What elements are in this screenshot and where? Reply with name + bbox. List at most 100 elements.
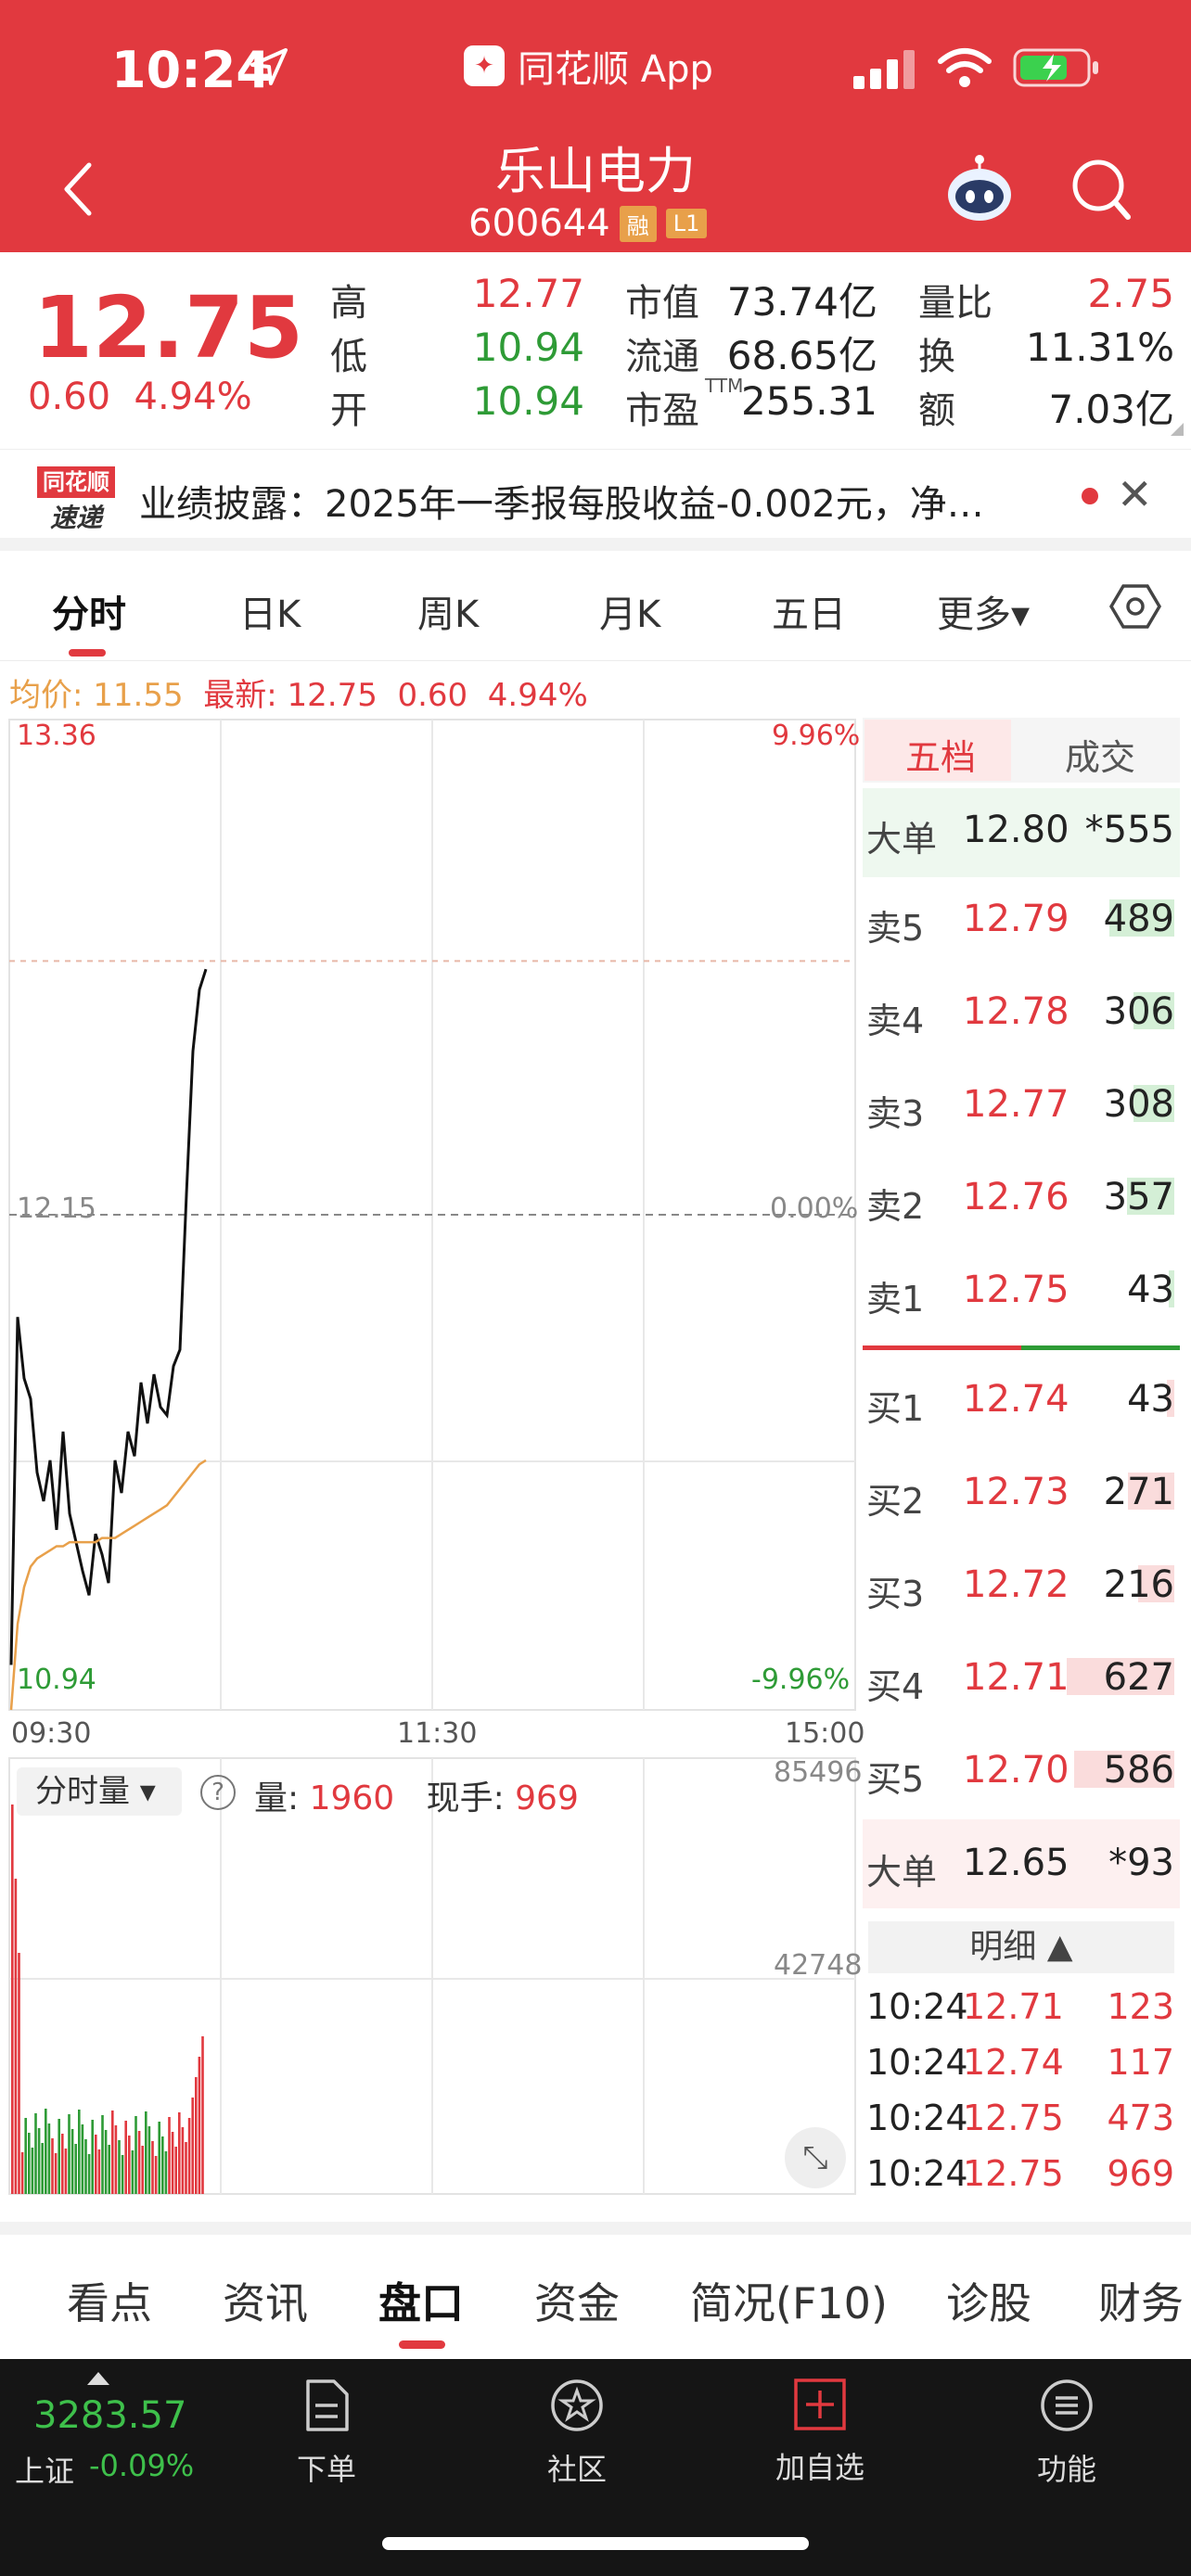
stat-value: 10.94 <box>472 325 584 370</box>
ask-price[interactable]: 12.75 <box>963 1269 1069 1311</box>
time-label-midday: 11:30 <box>397 1717 478 1750</box>
expand-corner-icon[interactable] <box>1171 423 1184 436</box>
index-name: 上证 <box>15 2454 75 2489</box>
ask-vol: 43 <box>1127 1269 1174 1311</box>
bid-price[interactable]: 12.70 <box>963 1749 1069 1792</box>
volume-bar <box>145 2111 147 2194</box>
active-tab-indicator <box>69 649 106 657</box>
triangle-up-icon <box>87 2372 109 2385</box>
tab-trades[interactable]: 成交 <box>1065 729 1135 780</box>
bottom-tab[interactable]: 盘口 <box>378 2270 464 2331</box>
volume-bar <box>185 2142 187 2194</box>
bid-vol: 271 <box>1103 1471 1174 1513</box>
bid-vol: 627 <box>1103 1656 1174 1699</box>
bid-price[interactable]: 12.73 <box>963 1471 1069 1513</box>
app-header: 10:24 ✦ 同花顺 App 乐山电力 600644 融 L1 <box>0 0 1191 252</box>
top-price-label: 13.36 <box>17 720 96 752</box>
stat-value: 2.75 <box>1087 271 1174 316</box>
robot-assistant-icon[interactable] <box>942 152 1017 226</box>
intraday-chart[interactable] <box>0 714 863 2198</box>
tab-five-levels[interactable]: 五档 <box>905 729 976 780</box>
volume-bar <box>168 2117 171 2194</box>
index-value[interactable]: 3283.57 <box>33 2394 186 2437</box>
period-tab[interactable]: 月K <box>599 584 660 638</box>
volume-bar <box>45 2109 47 2194</box>
volume-bar <box>181 2127 185 2194</box>
wifi-icon <box>938 48 992 87</box>
bottom-tab[interactable]: 简况(F10) <box>690 2270 888 2331</box>
nav-functions[interactable]: 功能 <box>992 2378 1141 2489</box>
period-tab[interactable]: 周K <box>417 584 479 638</box>
community-star-icon <box>551 2379 603 2431</box>
bottom-tab[interactable]: 财务 <box>1098 2270 1184 2331</box>
ask-vol: 489 <box>1103 898 1174 940</box>
bottom-tab[interactable]: 资金 <box>534 2270 620 2331</box>
volume-bar <box>141 2146 144 2194</box>
help-icon[interactable]: ? <box>200 1775 236 1810</box>
volume-bar <box>95 2135 97 2194</box>
last-price: 12.75 <box>33 278 304 377</box>
volume-bar <box>164 2151 168 2194</box>
nav-add-watchlist[interactable]: 加自选 <box>746 2378 894 2487</box>
nav-order[interactable]: 下单 <box>252 2378 401 2489</box>
stat-value: 255.31 <box>741 378 877 424</box>
detail-vol: 969 <box>1107 2153 1174 2194</box>
bid-vol: 586 <box>1103 1749 1174 1792</box>
news-headline[interactable]: 业绩披露：2025年一季报每股收益-0.002元，净… <box>139 474 984 528</box>
bid-vol: 216 <box>1103 1563 1174 1606</box>
volume-bar <box>171 2132 174 2194</box>
volume-bar <box>70 2129 74 2194</box>
ask-price[interactable]: 12.78 <box>963 990 1069 1033</box>
add-plus-icon <box>794 2378 846 2430</box>
bid-price[interactable]: 12.74 <box>963 1378 1069 1421</box>
volume-bar <box>34 2113 37 2194</box>
bottom-tab[interactable]: 看点 <box>67 2270 152 2331</box>
settings-hex-icon[interactable] <box>1109 580 1161 632</box>
ask-price[interactable]: 12.76 <box>963 1176 1069 1218</box>
big-buy-price: 12.65 <box>963 1842 1069 1884</box>
period-tab[interactable]: 更多▾ <box>937 584 1030 638</box>
unread-dot <box>1082 488 1098 504</box>
ask-price[interactable]: 12.79 <box>963 898 1069 940</box>
volume-bar <box>11 1804 14 2194</box>
volume-bar <box>68 2114 70 2194</box>
detail-price: 12.75 <box>963 2153 1064 2194</box>
period-tab[interactable]: 分时 <box>52 584 126 638</box>
bottom-tab[interactable]: 诊股 <box>946 2270 1031 2331</box>
bid-price[interactable]: 12.72 <box>963 1563 1069 1606</box>
volume-bar <box>187 2118 191 2194</box>
volume-bar <box>81 2124 84 2194</box>
price-change: 0.60 4.94% <box>28 376 252 418</box>
bid-label: 买3 <box>866 1574 925 1614</box>
stock-code-row: 600644 融 L1 <box>468 202 708 245</box>
period-tab[interactable]: 日K <box>239 584 301 638</box>
volume-selector[interactable]: 分时量 ▾ <box>17 1767 182 1816</box>
volume-bar <box>91 2120 94 2194</box>
volume-bar <box>128 2136 131 2194</box>
stat-value: 11.31% <box>1025 325 1174 370</box>
home-indicator[interactable] <box>382 2537 809 2550</box>
detail-vol: 117 <box>1107 2042 1174 2083</box>
news-banner[interactable]: 同花顺 速递 业绩披露：2025年一季报每股收益-0.002元，净… <box>0 449 1191 551</box>
stat-value: 12.77 <box>472 271 584 316</box>
ask-price[interactable]: 12.77 <box>963 1083 1069 1126</box>
bid-price[interactable]: 12.71 <box>963 1656 1069 1699</box>
top-pct-label: 9.96% <box>772 720 861 752</box>
signal-icon <box>853 50 915 89</box>
status-app-label[interactable]: ✦ 同花顺 App <box>464 39 713 93</box>
volume-bar <box>51 2138 54 2194</box>
search-icon[interactable] <box>1070 158 1132 223</box>
bid-label: 买4 <box>866 1666 925 1707</box>
bid-vol: 43 <box>1127 1378 1174 1421</box>
close-icon[interactable]: ✕ <box>1117 469 1153 519</box>
volume-bar <box>111 2111 114 2194</box>
bottom-tab[interactable]: 资讯 <box>223 2270 308 2331</box>
stat-value: 73.74亿 <box>726 279 877 325</box>
detail-time: 10:24 <box>866 2098 968 2138</box>
bottom-pct-label: -9.96% <box>751 1664 851 1696</box>
expand-icon[interactable]: ⤡ <box>785 2127 846 2188</box>
level-tag: L1 <box>665 209 708 238</box>
period-tab[interactable]: 五日 <box>772 584 846 638</box>
nav-community[interactable]: 社区 <box>503 2378 651 2489</box>
detail-toggle[interactable]: 明细 ▲ <box>868 1921 1174 1973</box>
